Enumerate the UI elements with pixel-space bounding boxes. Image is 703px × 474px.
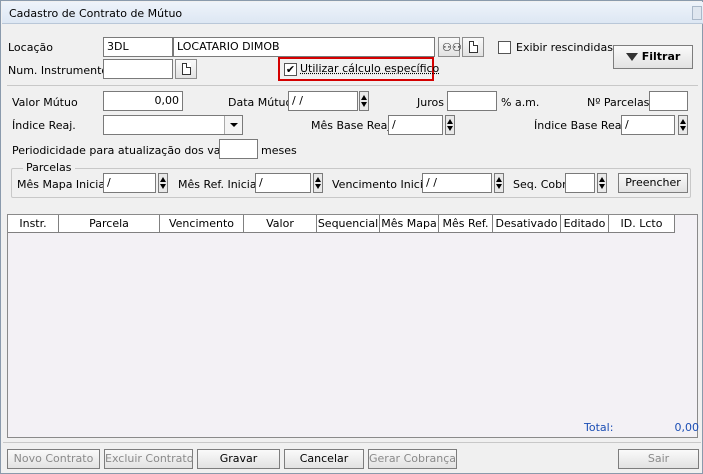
column-header[interactable]: Valor [244, 215, 317, 233]
mes-ref-inicial-label: Mês Ref. Inicial [178, 178, 260, 191]
column-header[interactable]: Instr. [8, 215, 59, 233]
gerar-cobranca-button[interactable]: Gerar Cobrança [368, 449, 457, 469]
column-header[interactable]: Sequencial [317, 215, 380, 233]
binoculars-icon: ⚇⚇ [442, 41, 462, 54]
indice-reaj-select[interactable] [103, 115, 243, 135]
utilizar-calculo-label: Utilizar cálculo específico [300, 62, 440, 75]
indice-base-reaj-spinner[interactable] [678, 115, 688, 135]
n-parcelas-label: Nº Parcelas [587, 96, 650, 109]
filtrar-label: Filtrar [641, 50, 681, 63]
mes-mapa-inicial-input[interactable]: / [103, 173, 156, 193]
locacao-name-input[interactable]: LOCATARIO DIMOB [173, 37, 435, 57]
document-icon [469, 41, 478, 53]
column-header[interactable]: Editado [561, 215, 609, 233]
title-bar: Cadastro de Contrato de Mútuo [2, 2, 703, 24]
new-locacao-button[interactable] [462, 37, 484, 57]
seq-cobr-input[interactable] [565, 173, 595, 193]
footer-divider [3, 442, 701, 443]
divider [7, 85, 698, 86]
indice-reaj-label: Índice Reaj. [12, 119, 76, 132]
excluir-contrato-button[interactable]: Excluir Contrato [104, 449, 193, 469]
indice-base-reaj-input[interactable]: / [621, 115, 675, 135]
utilizar-calculo-checkbox[interactable]: ✔ [284, 63, 297, 76]
total-value: 0,00 [674, 421, 700, 434]
mes-base-reaj-label: Mês Base Reaj. [311, 119, 394, 132]
indice-reaj-dropdown-button[interactable] [224, 116, 242, 134]
vencimento-inicial-spinner[interactable] [494, 173, 504, 193]
mes-ref-inicial-spinner[interactable] [313, 173, 323, 193]
preencher-button[interactable]: Preencher [618, 173, 688, 193]
cancelar-button[interactable]: Cancelar [284, 449, 364, 469]
valor-mutuo-input[interactable]: 0,00 [103, 91, 183, 111]
parcelas-group-label: Parcelas [23, 161, 75, 175]
column-header[interactable]: Mês Mapa [380, 215, 439, 233]
total-label: Total: [584, 421, 614, 434]
filtrar-button[interactable]: Filtrar [613, 45, 693, 69]
num-instrumento-input[interactable] [103, 59, 173, 79]
contract-window: Cadastro de Contrato de Mútuo Locação 3D… [0, 0, 703, 474]
column-header[interactable]: Vencimento [160, 215, 244, 233]
document-icon [182, 63, 191, 75]
funnel-icon [625, 53, 638, 61]
locacao-label: Locação [8, 41, 53, 54]
mes-mapa-inicial-label: Mês Mapa Inicial [17, 178, 109, 191]
periodicidade-input[interactable] [219, 139, 258, 159]
exibir-rescindidas-checkbox[interactable] [498, 41, 511, 54]
column-header[interactable]: ID. Lcto [609, 215, 675, 233]
mes-base-reaj-spinner[interactable] [445, 115, 455, 135]
mes-ref-inicial-input[interactable]: / [255, 173, 311, 193]
new-instrumento-button[interactable] [175, 59, 197, 79]
valor-mutuo-label: Valor Mútuo [12, 96, 78, 109]
sair-button[interactable]: Sair [618, 449, 699, 469]
gravar-button[interactable]: Gravar [197, 449, 280, 469]
novo-contrato-button[interactable]: Novo Contrato [7, 449, 100, 469]
titlebar-knob[interactable] [692, 6, 702, 20]
mes-base-reaj-input[interactable]: / [388, 115, 443, 135]
mes-mapa-inicial-spinner[interactable] [158, 173, 168, 193]
parcelas-table: Instr. Parcela Vencimento Valor Sequenci… [7, 214, 698, 438]
locacao-code-input[interactable]: 3DL [103, 37, 173, 57]
num-instrumento-label: Num. Instrumento [8, 64, 109, 77]
column-header[interactable]: Parcela [59, 215, 160, 233]
juros-input[interactable] [447, 91, 497, 111]
column-header[interactable]: Desativado [493, 215, 561, 233]
data-mutuo-input[interactable]: / / [288, 91, 358, 111]
chevron-down-icon [230, 123, 238, 127]
data-mutuo-label: Data Mútuo [228, 96, 293, 109]
search-locacao-button[interactable]: ⚇⚇ [438, 37, 462, 57]
juros-label: Juros [417, 96, 444, 109]
seq-cobr-label: Seq. Cobr. [513, 178, 570, 191]
indice-base-reaj-label: Índice Base Reaj. [534, 119, 629, 132]
exibir-rescindidas-label: Exibir rescindidas [516, 41, 613, 54]
n-parcelas-input[interactable] [649, 91, 688, 111]
data-mutuo-spinner[interactable] [359, 91, 369, 111]
vencimento-inicial-input[interactable]: / / [422, 173, 492, 193]
juros-unit: % a.m. [501, 96, 540, 109]
window-title: Cadastro de Contrato de Mútuo [9, 7, 183, 20]
column-header[interactable]: Mês Ref. [439, 215, 493, 233]
vencimento-inicial-label: Vencimento Inicial [332, 178, 433, 191]
periodicidade-unit: meses [261, 144, 297, 157]
periodicidade-label: Periodicidade para atualização dos valor… [12, 144, 248, 157]
seq-cobr-spinner[interactable] [597, 173, 607, 193]
